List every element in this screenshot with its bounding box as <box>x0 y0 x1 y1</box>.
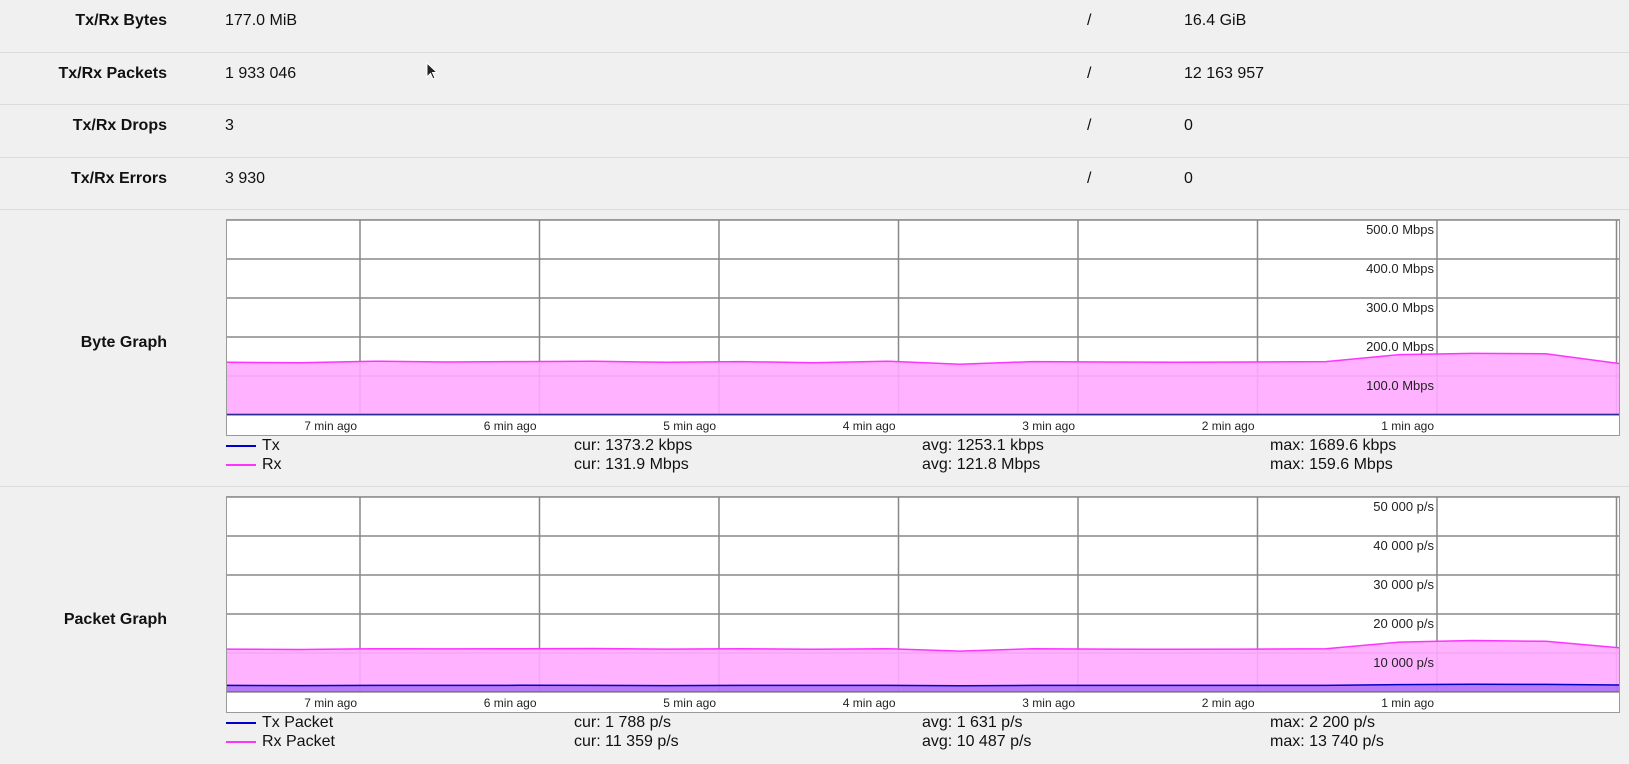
x-tick-label: 4 min ago <box>843 419 896 433</box>
tx-value: 3 <box>225 117 234 134</box>
legend-tx: Tx cur: 1373.2 kbps avg: 1253.1 kbps max… <box>226 436 1620 456</box>
separator: / <box>1087 117 1092 134</box>
stat-label: Tx/Rx Packets <box>58 64 167 82</box>
separator: / <box>1087 64 1092 82</box>
byte-graph[interactable]: 500.0 Mbps 400.0 Mbps 300.0 Mbps 200.0 Mbps… <box>226 219 1620 436</box>
packet-graph-row: Packet Graph 50 000 p/s 40 000 p/s 30 000 … <box>0 487 1629 764</box>
tx-value: 177.0 MiB <box>225 12 298 29</box>
x-tick-label: 3 min ago <box>1022 696 1075 710</box>
legend-name: Rx Packet <box>262 733 335 750</box>
legend-max: max: 1689.6 kbps <box>1270 437 1397 454</box>
legend-rx-packet: Rx Packet cur: 11 359 p/s avg: 10 487 p/… <box>226 732 1620 752</box>
y-tick-label: 200.0 Mbps <box>1366 339 1434 354</box>
interface-stats-table: Tx/Rx Bytes 177.0 MiB / 16.4 GiB Tx/Rx P… <box>0 0 1629 210</box>
packet-graph-svg: 50 000 p/s 40 000 p/s 30 000 p/s 20 000 p/s… <box>227 497 1619 710</box>
legend-cur: cur: 1 788 p/s <box>574 714 671 731</box>
x-tick-label: 4 min ago <box>843 696 896 710</box>
legend-max: max: 159.6 Mbps <box>1270 456 1393 473</box>
x-tick-label: 7 min ago <box>304 419 357 433</box>
graph-label: Packet Graph <box>63 611 167 628</box>
y-tick-label: 40 000 p/s <box>1373 538 1434 553</box>
legend-max: max: 13 740 p/s <box>1270 733 1384 750</box>
legend-max: max: 2 200 p/s <box>1270 714 1375 731</box>
stat-label: Tx/Rx Bytes <box>75 12 167 29</box>
stat-row-bytes: Tx/Rx Bytes 177.0 MiB / 16.4 GiB <box>0 0 1629 53</box>
byte-graph-svg: 500.0 Mbps 400.0 Mbps 300.0 Mbps 200.0 Mbps… <box>227 220 1619 433</box>
tx-swatch <box>226 722 256 724</box>
legend-cur: cur: 131.9 Mbps <box>574 456 689 473</box>
packet-graph[interactable]: 50 000 p/s 40 000 p/s 30 000 p/s 20 000 p/s… <box>226 496 1620 713</box>
stat-label: Tx/Rx Errors <box>70 169 167 187</box>
rx-value: 0 <box>1184 169 1193 187</box>
x-tick-label: 2 min ago <box>1202 419 1255 433</box>
legend-cur: cur: 1373.2 kbps <box>574 437 693 454</box>
y-tick-label: 300.0 Mbps <box>1366 300 1434 315</box>
legend-avg: avg: 1253.1 kbps <box>922 437 1044 454</box>
legend-avg: avg: 10 487 p/s <box>922 733 1032 750</box>
x-tick-label: 5 min ago <box>663 419 716 433</box>
y-tick-label: 10 000 p/s <box>1373 655 1434 670</box>
legend-name: Rx <box>262 456 282 473</box>
legend-name: Tx <box>262 437 280 454</box>
stat-label: Tx/Rx Drops <box>72 117 167 134</box>
legend-rx: Rx cur: 131.9 Mbps avg: 121.8 Mbps max: … <box>226 455 1620 475</box>
x-tick-label: 6 min ago <box>484 696 537 710</box>
stat-row-errors: Tx/Rx Errors 3 930 / 0 <box>0 158 1629 210</box>
tx-swatch <box>226 445 256 447</box>
tx-value: 3 930 <box>225 169 266 187</box>
y-tick-label: 100.0 Mbps <box>1366 378 1434 393</box>
stat-row-drops: Tx/Rx Drops 3 / 0 <box>0 105 1629 158</box>
separator: / <box>1087 169 1092 187</box>
y-tick-label: 30 000 p/s <box>1373 577 1434 592</box>
y-tick-label: 500.0 Mbps <box>1366 222 1434 237</box>
x-tick-label: 7 min ago <box>304 696 357 710</box>
separator: / <box>1087 12 1092 29</box>
stat-row-packets: Tx/Rx Packets 1 933 046 / 12 163 957 <box>0 53 1629 105</box>
byte-graph-row: Byte Graph 500.0 Mbps 400.0 Mbps 300.0 Mbp… <box>0 210 1629 487</box>
x-tick-label: 5 min ago <box>663 696 716 710</box>
legend-avg: avg: 1 631 p/s <box>922 714 1023 731</box>
x-tick-label: 1 min ago <box>1381 696 1434 710</box>
rx-swatch <box>226 741 256 743</box>
x-tick-label: 1 min ago <box>1381 419 1434 433</box>
graph-label: Byte Graph <box>80 334 167 351</box>
tx-value: 1 933 046 <box>225 64 297 82</box>
legend-name: Tx Packet <box>262 714 334 731</box>
rx-value: 16.4 GiB <box>1184 12 1247 29</box>
x-tick-label: 6 min ago <box>484 419 537 433</box>
rx-swatch <box>226 464 256 466</box>
legend-avg: avg: 121.8 Mbps <box>922 456 1041 473</box>
legend-cur: cur: 11 359 p/s <box>574 733 679 750</box>
mouse-cursor-icon <box>426 62 439 80</box>
rx-value: 12 163 957 <box>1184 64 1265 82</box>
y-tick-label: 50 000 p/s <box>1373 499 1434 514</box>
y-tick-label: 400.0 Mbps <box>1366 261 1434 276</box>
legend-tx-packet: Tx Packet cur: 1 788 p/s avg: 1 631 p/s … <box>226 713 1620 733</box>
rx-value: 0 <box>1184 117 1193 134</box>
x-tick-label: 2 min ago <box>1202 696 1255 710</box>
x-tick-label: 3 min ago <box>1022 419 1075 433</box>
y-tick-label: 20 000 p/s <box>1373 616 1434 631</box>
